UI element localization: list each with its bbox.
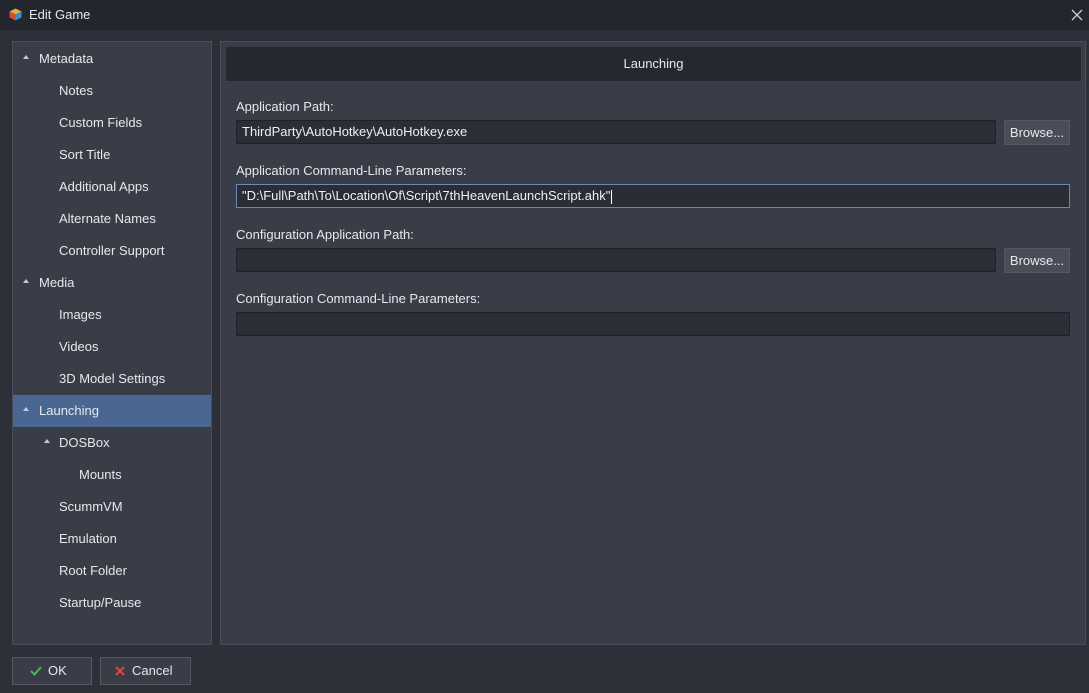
sidebar-item-label: Custom Fields xyxy=(59,115,143,130)
sidebar-item-3d-model-settings[interactable]: 3D Model Settings xyxy=(13,363,211,395)
configuration-params-label: Configuration Command-Line Parameters: xyxy=(236,291,481,306)
sidebar-item-additional-apps[interactable]: Additional Apps xyxy=(13,171,211,203)
window-title: Edit Game xyxy=(29,7,91,22)
sidebar-item-label: Media xyxy=(39,275,75,290)
launchbox-cube-icon xyxy=(9,8,22,21)
sidebar-item-label: Images xyxy=(59,307,102,322)
sidebar-item-label: Controller Support xyxy=(59,243,165,258)
cancel-button[interactable]: Cancel xyxy=(100,657,191,685)
configuration-path-label: Configuration Application Path: xyxy=(236,227,414,242)
sidebar-item-label: Emulation xyxy=(59,531,117,546)
launching-panel: Launching Application Path: ThirdParty\A… xyxy=(220,41,1086,645)
sidebar-item-label: Launching xyxy=(39,403,99,418)
application-params-input[interactable]: "D:\Full\Path\To\Location\Of\Script\7thH… xyxy=(236,184,1070,208)
sidebar-item-label: Sort Title xyxy=(59,147,111,162)
sidebar-nav: Metadata Notes Custom Fields Sort Title … xyxy=(12,41,212,645)
sidebar-item-custom-fields[interactable]: Custom Fields xyxy=(13,107,211,139)
ok-label: OK xyxy=(48,663,67,678)
sidebar-item-label: Videos xyxy=(59,339,99,354)
sidebar-item-controller-support[interactable]: Controller Support xyxy=(13,235,211,267)
sidebar-item-label: Metadata xyxy=(39,51,94,66)
sidebar-item-media[interactable]: Media xyxy=(13,267,211,299)
cancel-x-icon xyxy=(115,666,125,676)
sidebar-item-startup-pause[interactable]: Startup/Pause xyxy=(13,587,211,619)
sidebar-item-label: Alternate Names xyxy=(59,211,156,226)
sidebar-item-label: 3D Model Settings xyxy=(59,371,166,386)
sidebar-item-metadata[interactable]: Metadata xyxy=(13,43,211,75)
expand-arrow-icon[interactable] xyxy=(44,439,50,443)
sidebar-item-label: Notes xyxy=(59,83,93,98)
configuration-params-input[interactable] xyxy=(236,312,1070,336)
sidebar-item-scummvm[interactable]: ScummVM xyxy=(13,491,211,523)
sidebar-item-emulation[interactable]: Emulation xyxy=(13,523,211,555)
sidebar-item-alternate-names[interactable]: Alternate Names xyxy=(13,203,211,235)
sidebar-item-label: ScummVM xyxy=(59,499,123,514)
cancel-label: Cancel xyxy=(132,663,173,678)
ok-button[interactable]: OK xyxy=(12,657,92,685)
application-params-label: Application Command-Line Parameters: xyxy=(236,163,467,178)
browse-configuration-button[interactable]: Browse... xyxy=(1004,248,1070,273)
sidebar-item-label: Startup/Pause xyxy=(59,595,142,610)
sidebar-item-root-folder[interactable]: Root Folder xyxy=(13,555,211,587)
panel-title: Launching xyxy=(226,47,1081,81)
sidebar-item-images[interactable]: Images xyxy=(13,299,211,331)
sidebar-item-dosbox[interactable]: DOSBox xyxy=(13,427,211,459)
expand-arrow-icon[interactable] xyxy=(23,55,29,59)
sidebar-item-notes[interactable]: Notes xyxy=(13,75,211,107)
close-icon[interactable] xyxy=(1066,4,1088,26)
expand-arrow-icon[interactable] xyxy=(23,407,29,411)
browse-application-button[interactable]: Browse... xyxy=(1004,120,1070,145)
sidebar-item-mounts[interactable]: Mounts xyxy=(13,459,211,491)
title-bar: Edit Game xyxy=(0,0,1089,30)
sidebar-item-label: DOSBox xyxy=(59,435,110,450)
checkmark-icon xyxy=(30,666,42,676)
sidebar-item-label: Mounts xyxy=(79,467,122,482)
configuration-path-input[interactable] xyxy=(236,248,996,272)
sidebar-item-videos[interactable]: Videos xyxy=(13,331,211,363)
expand-arrow-icon[interactable] xyxy=(23,279,29,283)
application-path-input[interactable]: ThirdParty\AutoHotkey\AutoHotkey.exe xyxy=(236,120,996,144)
sidebar-item-sort-title[interactable]: Sort Title xyxy=(13,139,211,171)
application-params-value: "D:\Full\Path\To\Location\Of\Script\7thH… xyxy=(242,188,611,203)
text-caret xyxy=(611,189,613,204)
sidebar-item-label: Root Folder xyxy=(59,563,127,578)
sidebar-item-launching[interactable]: Launching xyxy=(13,395,211,427)
sidebar-item-label: Additional Apps xyxy=(59,179,149,194)
application-path-label: Application Path: xyxy=(236,99,334,114)
